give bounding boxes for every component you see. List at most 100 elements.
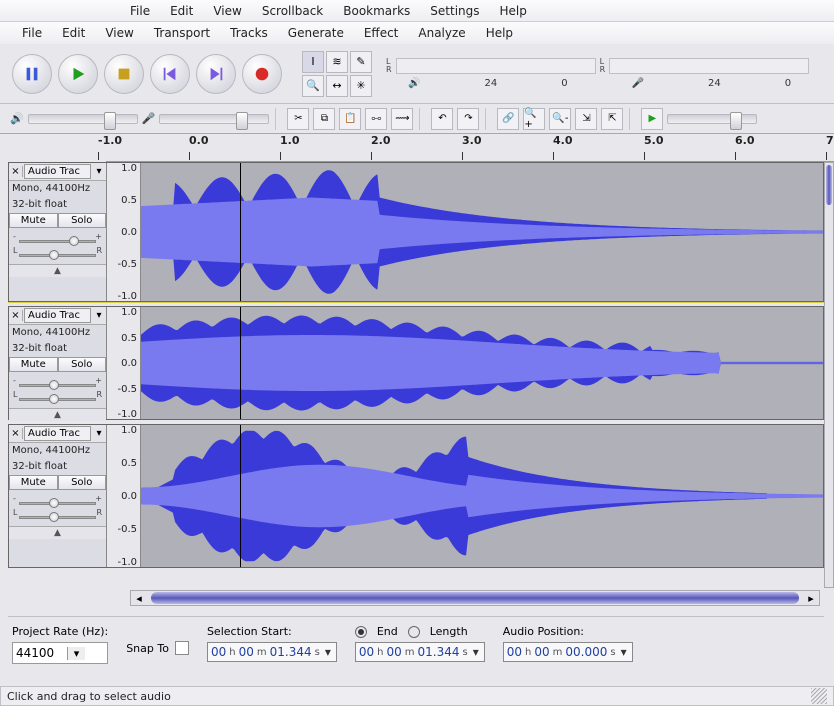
- copy-button[interactable]: ⧉: [313, 108, 335, 130]
- multi-tool[interactable]: ✳: [350, 75, 372, 97]
- solo-button[interactable]: Solo: [58, 213, 107, 228]
- fit-project-button[interactable]: ⇱: [601, 108, 623, 130]
- length-radio[interactable]: [408, 626, 420, 638]
- pause-button[interactable]: [12, 54, 52, 94]
- playhead-cursor: [240, 163, 241, 301]
- pan-slider[interactable]: LR: [13, 390, 102, 404]
- track-collapse-button[interactable]: ▲: [9, 264, 106, 277]
- playback-meter[interactable]: [396, 58, 596, 74]
- track-name[interactable]: Audio Trac: [24, 426, 91, 441]
- bg-menu-item[interactable]: Edit: [160, 0, 203, 21]
- playback-speed-slider[interactable]: [667, 114, 757, 124]
- status-bar: Click and drag to select audio: [0, 686, 834, 706]
- draw-tool[interactable]: ✎: [350, 51, 372, 73]
- zoom-in-button[interactable]: 🔍+: [523, 108, 545, 130]
- track-menu-dropdown[interactable]: ▾: [92, 428, 106, 439]
- menu-transport[interactable]: Transport: [144, 22, 220, 44]
- bg-menu-item[interactable]: Scrollback: [252, 0, 333, 21]
- vertical-scrollbar[interactable]: [824, 162, 834, 588]
- track-collapse-button[interactable]: ▲: [9, 526, 106, 539]
- track-bitdepth: 32-bit float: [9, 459, 106, 475]
- redo-button[interactable]: ↷: [457, 108, 479, 130]
- track-menu-dropdown[interactable]: ▾: [92, 166, 106, 177]
- app-menubar: File Edit View Transport Tracks Generate…: [0, 22, 834, 44]
- trim-button[interactable]: ⧟: [365, 108, 387, 130]
- skip-end-button[interactable]: [196, 54, 236, 94]
- bg-menu-item[interactable]: View: [203, 0, 251, 21]
- selection-start-time[interactable]: 00h 00m 01.344s ▾: [207, 642, 337, 662]
- track-name[interactable]: Audio Trac: [24, 308, 91, 323]
- track-collapse-button[interactable]: ▲: [9, 408, 106, 421]
- timeline[interactable]: -1.00.01.02.03.04.05.06.07.0: [0, 134, 834, 162]
- gain-slider[interactable]: -+: [13, 494, 102, 508]
- solo-button[interactable]: Solo: [58, 475, 107, 490]
- playhead-cursor: [240, 425, 241, 567]
- bg-menu-item[interactable]: File: [120, 0, 160, 21]
- menu-tracks[interactable]: Tracks: [220, 22, 278, 44]
- track-close-button[interactable]: ×: [9, 428, 23, 439]
- cut-button[interactable]: ✂: [287, 108, 309, 130]
- audio-position-time[interactable]: 00h 00m 00.000s ▾: [503, 642, 633, 662]
- snap-to-checkbox[interactable]: [175, 641, 189, 655]
- menu-edit[interactable]: Edit: [52, 22, 95, 44]
- meters: LR LR 🔊 24 0 🎤 24 0: [386, 58, 809, 89]
- gain-slider[interactable]: -+: [13, 376, 102, 390]
- timeshift-tool[interactable]: ↔: [326, 75, 348, 97]
- undo-button[interactable]: ↶: [431, 108, 453, 130]
- end-label: End: [377, 625, 398, 638]
- end-radio[interactable]: [355, 626, 367, 638]
- output-volume-slider[interactable]: [28, 114, 138, 124]
- amplitude-scale: 1.00.50.0-0.5-1.0: [107, 307, 141, 419]
- track-close-button[interactable]: ×: [9, 166, 23, 177]
- sync-lock-button[interactable]: 🔗: [497, 108, 519, 130]
- paste-button[interactable]: 📋: [339, 108, 361, 130]
- bg-menu-item[interactable]: Settings: [420, 0, 489, 21]
- pan-slider[interactable]: LR: [13, 508, 102, 522]
- menu-help[interactable]: Help: [476, 22, 523, 44]
- input-volume-slider[interactable]: [159, 114, 269, 124]
- silence-button[interactable]: ⟿: [391, 108, 413, 130]
- project-rate-input[interactable]: [13, 643, 67, 663]
- mute-button[interactable]: Mute: [9, 357, 58, 372]
- tracks-region: × Audio Trac ▾ Mono, 44100Hz 32-bit floa…: [8, 162, 824, 586]
- bg-menu-item[interactable]: Bookmarks: [333, 0, 420, 21]
- mute-button[interactable]: Mute: [9, 475, 58, 490]
- track-menu-dropdown[interactable]: ▾: [92, 310, 106, 321]
- fit-selection-button[interactable]: ⇲: [575, 108, 597, 130]
- menu-generate[interactable]: Generate: [278, 22, 354, 44]
- solo-button[interactable]: Solo: [58, 357, 107, 372]
- horizontal-scrollbar[interactable]: ◂ ▸: [130, 590, 820, 606]
- stop-button[interactable]: [104, 54, 144, 94]
- menu-view[interactable]: View: [95, 22, 143, 44]
- track-name[interactable]: Audio Trac: [24, 164, 91, 179]
- skip-start-button[interactable]: [150, 54, 190, 94]
- menu-analyze[interactable]: Analyze: [408, 22, 475, 44]
- bg-menu-item[interactable]: Help: [490, 0, 537, 21]
- scroll-right-icon[interactable]: ▸: [803, 592, 819, 605]
- envelope-tool[interactable]: ≋: [326, 51, 348, 73]
- scroll-left-icon[interactable]: ◂: [131, 592, 147, 605]
- waveform-display[interactable]: [141, 163, 823, 301]
- waveform-display[interactable]: [141, 425, 823, 567]
- zoom-out-button[interactable]: 🔍-: [549, 108, 571, 130]
- amplitude-scale: 1.00.50.0-0.5-1.0: [107, 425, 141, 567]
- menu-file[interactable]: File: [12, 22, 52, 44]
- play-at-speed-button[interactable]: ▶: [641, 108, 663, 130]
- selection-end-time[interactable]: 00h 00m 01.344s ▾: [355, 642, 485, 662]
- gain-slider[interactable]: -+: [13, 232, 102, 246]
- mute-button[interactable]: Mute: [9, 213, 58, 228]
- resize-grip-icon[interactable]: [811, 688, 827, 704]
- selection-tool[interactable]: I: [302, 51, 324, 73]
- waveform-display[interactable]: [141, 307, 823, 419]
- record-button[interactable]: [242, 54, 282, 94]
- play-button[interactable]: [58, 54, 98, 94]
- menu-effect[interactable]: Effect: [354, 22, 409, 44]
- zoom-tool[interactable]: 🔍: [302, 75, 324, 97]
- project-rate-select[interactable]: ▾: [12, 642, 108, 664]
- record-meter[interactable]: [609, 58, 809, 74]
- track-control-panel: × Audio Trac ▾ Mono, 44100Hz 32-bit floa…: [9, 163, 107, 301]
- project-rate-dropdown-icon[interactable]: ▾: [67, 647, 85, 660]
- track-close-button[interactable]: ×: [9, 310, 23, 321]
- pan-slider[interactable]: LR: [13, 246, 102, 260]
- scrollbar-thumb[interactable]: [151, 592, 799, 604]
